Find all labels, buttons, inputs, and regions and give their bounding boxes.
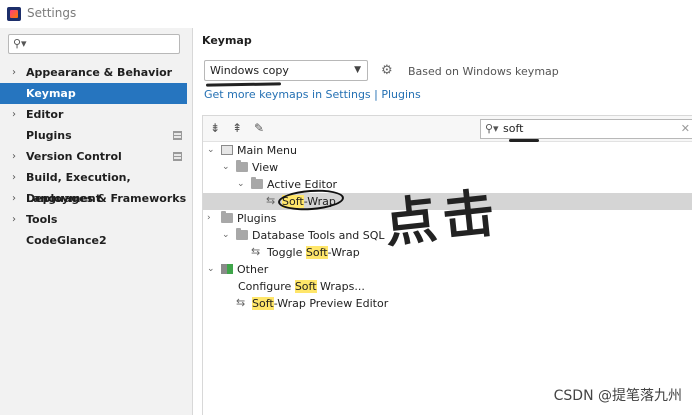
collapse-all-icon[interactable]: ⇞ [229,120,245,136]
other-group-icon [221,264,233,274]
tree-label-part: Configure [238,280,295,293]
chevron-right-icon[interactable]: › [12,188,16,209]
chevron-down-icon[interactable]: ⌄ [207,261,217,278]
search-highlight: Soft [252,297,274,310]
edit-shortcut-icon[interactable]: ✎ [251,120,267,136]
sidebar-item-appearance-behavior[interactable]: › Appearance & Behavior [0,62,192,83]
chevron-right-icon[interactable]: › [12,209,16,230]
tree-label-part: Active Editor [267,178,338,191]
action-filter-input[interactable]: soft [503,122,523,135]
actions-tree-panel: ⇟ ⇞ ✎ ⚲▾ soft ✕ ⌄ Main Menu ⌄ View ⌄ Active E… [202,115,692,415]
sidebar-item-plugins[interactable]: Plugins [0,125,192,146]
folder-icon [236,228,248,240]
soft-wrap-icon: ⇆ [266,194,276,207]
tree-row-label: Database Tools and SQL [252,227,385,244]
tree-label-part: -Wrap Preview Editor [273,297,389,310]
folder-icon [251,177,263,189]
chevron-right-icon[interactable]: › [12,104,16,125]
folder-icon [236,160,248,172]
tree-row-label: Soft-Wrap Preview Editor [252,295,388,312]
chevron-down-icon[interactable]: ⌄ [237,176,247,193]
settings-nav: › Appearance & Behavior Keymap › Editor Plugi… [0,62,192,251]
tree-row[interactable]: ⌄ View [203,159,692,176]
settings-search-input[interactable] [31,37,176,51]
search-icon: ⚲▾ [485,122,499,135]
tree-row-label: Main Menu [237,142,297,159]
keymap-panel: Keymap Windows copy ▼ ⚙ Based on Windows… [194,28,692,415]
chevron-right-icon[interactable]: › [12,62,16,83]
tree-label-part: Toggle [267,246,306,259]
chevron-down-icon[interactable]: ⌄ [222,159,232,176]
handwritten-annotation: 点击 [381,182,504,255]
tree-label-part: View [252,161,279,174]
sidebar-item-label: Editor [26,108,64,121]
search-highlight: Soft [294,280,317,293]
sidebar-item-tools[interactable]: › Tools [0,209,192,230]
tree-row[interactable]: ⌄ Main Menu [203,142,692,159]
tree-label-part: Database Tools and SQL [252,229,385,242]
chevron-right-icon[interactable]: › [12,146,16,167]
tree-row-label: Other [237,261,268,278]
menu-icon [221,145,233,155]
dropdown-arrow-icon: ▼ [354,65,361,75]
tree-row-label: Configure Soft Wraps... [238,278,365,295]
tree-label-part: Plugins [237,212,277,225]
project-scope-icon [173,131,182,140]
get-more-keymaps-link[interactable]: Get more keymaps in Settings | Plugins [204,88,421,101]
tree-row-label: Plugins [237,210,276,227]
settings-sidebar: ⚲▾ › Appearance & Behavior Keymap › Editor Pl… [0,28,193,415]
title-bar: Settings [0,0,692,28]
soft-wrap-icon: ⇆ [236,296,246,309]
tree-row[interactable]: Configure Soft Wraps... [203,278,692,295]
sidebar-item-editor[interactable]: › Editor [0,104,192,125]
tree-label-part: Main Menu [237,144,297,157]
settings-search-box[interactable]: ⚲▾ [8,34,180,54]
action-filter-box[interactable]: ⚲▾ soft ✕ [480,119,692,139]
tree-row[interactable]: ⌄ Other [203,261,692,278]
clear-icon[interactable]: ✕ [681,122,690,135]
chevron-right-icon[interactable]: › [207,210,217,227]
sidebar-item-label: Appearance & Behavior [26,66,173,79]
sidebar-item-label: Tools [26,213,58,226]
project-scope-icon [173,152,182,161]
tree-toolbar: ⇟ ⇞ ✎ ⚲▾ soft ✕ [203,116,692,142]
annotation-underline [205,82,282,87]
sidebar-item-label: Version Control [26,150,122,163]
search-icon: ⚲▾ [13,37,27,50]
intellij-app-icon [7,7,21,21]
sidebar-item-label: CodeGlance2 [26,234,107,247]
window-title: Settings [27,6,77,20]
chevron-down-icon[interactable]: ⌄ [222,227,232,244]
folder-icon [221,211,233,223]
based-on-label: Based on Windows keymap [408,65,559,78]
sidebar-item-version-control[interactable]: › Version Control [0,146,192,167]
sidebar-item-label: Languages & Frameworks [26,192,187,205]
tree-row-label: Toggle Soft-Wrap [267,244,360,261]
tree-label-part: Other [237,263,269,276]
gear-icon[interactable]: ⚙ [381,63,393,78]
tree-label-part: -Wrap [327,246,360,259]
keymap-select-value: Windows copy [210,64,289,77]
keymap-select[interactable]: Windows copy ▼ [204,60,368,81]
tree-row[interactable]: ⇆ Soft-Wrap Preview Editor [203,295,692,312]
sidebar-item-codeglance2[interactable]: CodeGlance2 [0,230,192,251]
chevron-down-icon[interactable]: ⌄ [207,142,217,159]
watermark: CSDN @提笔落九州 [553,388,682,404]
sidebar-item-languages-frameworks[interactable]: › Languages & Frameworks [0,188,192,209]
sidebar-item-keymap[interactable]: Keymap [0,83,187,104]
chevron-right-icon[interactable]: › [12,167,16,188]
search-highlight: Soft [305,246,328,259]
sidebar-item-label: Keymap [26,87,76,100]
page-title: Keymap [202,34,252,47]
sidebar-item-label: Plugins [26,129,72,142]
soft-wrap-icon: ⇆ [251,245,261,258]
tree-row-label: View [252,159,278,176]
expand-all-icon[interactable]: ⇟ [207,120,223,136]
sidebar-item-build-execution-deployment[interactable]: › Build, Execution, Deployment [0,167,192,205]
tree-label-part: Wraps... [316,280,365,293]
